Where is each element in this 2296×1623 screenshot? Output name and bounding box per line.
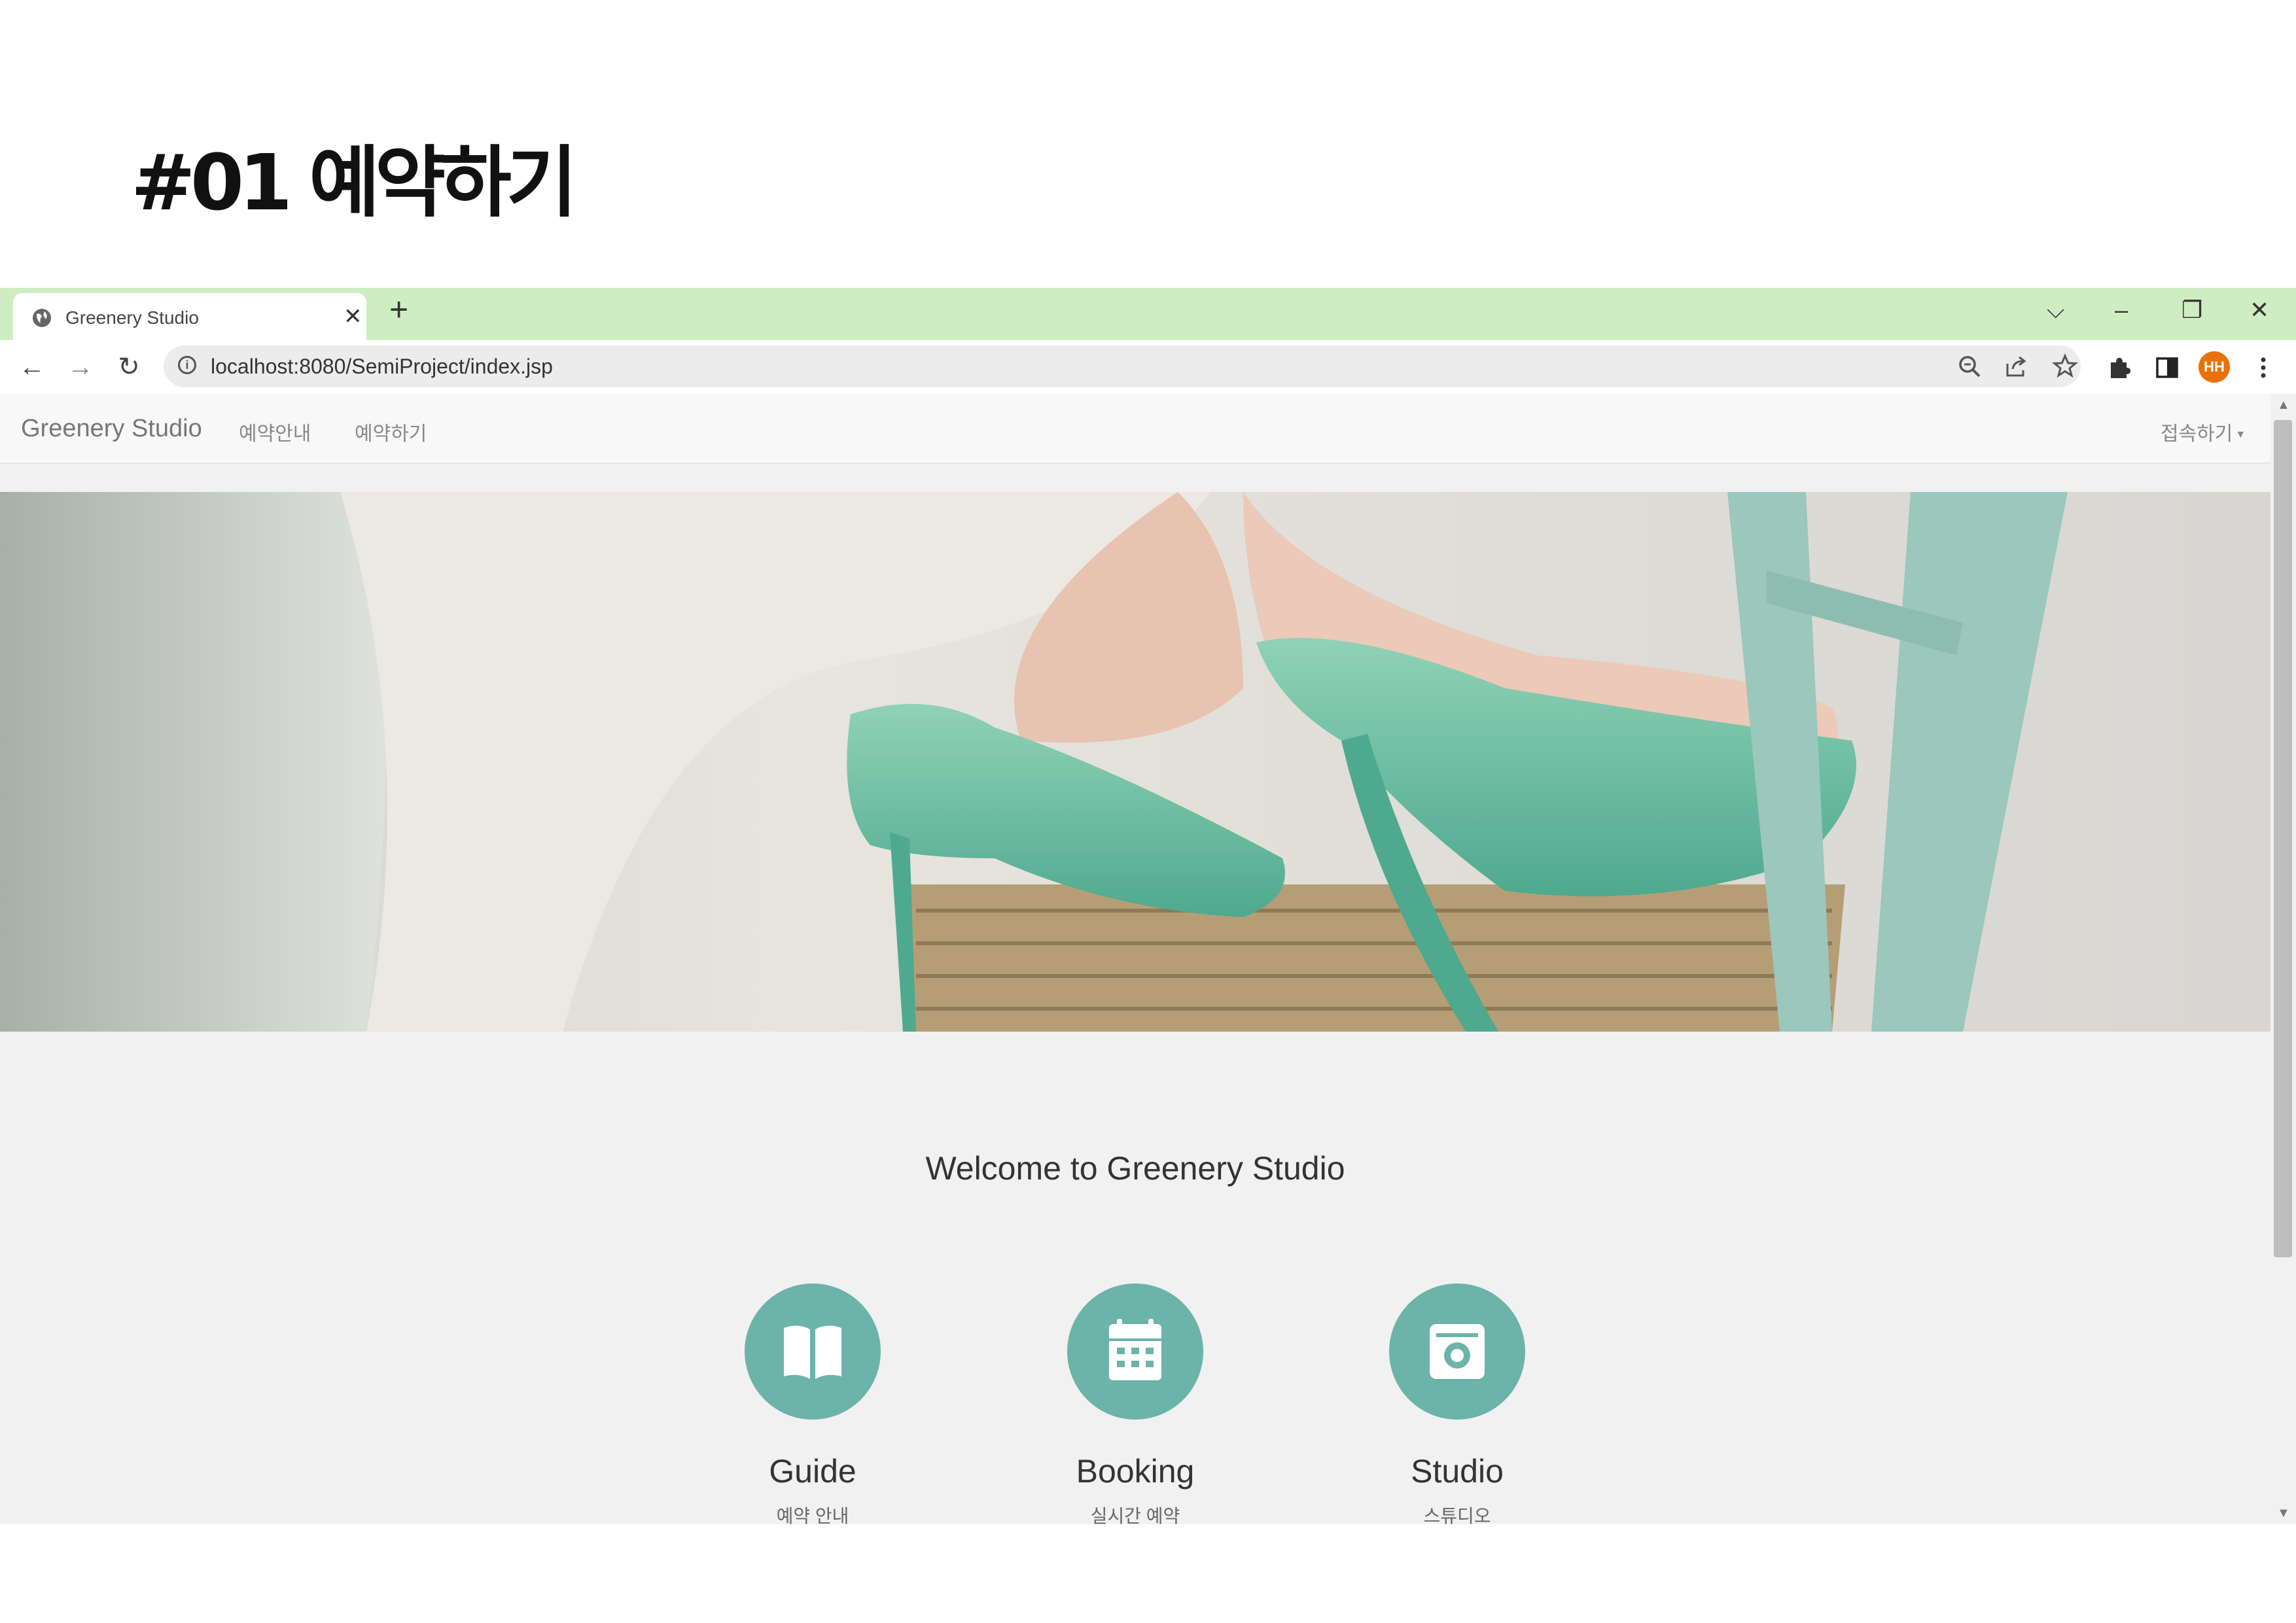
feature-booking-circle[interactable] [1067,1283,1203,1420]
connect-dropdown-label: 접속하기 [2161,423,2233,445]
new-tab-button[interactable]: + [389,293,408,326]
calendar-icon [1109,1319,1161,1380]
browser-toolbar: ← → ↻ i localhost:8080/SemiProject/index… [0,340,2296,395]
book-icon [784,1325,841,1379]
camera-icon [1430,1324,1485,1379]
tab-strip: Greenery Studio ✕ + ⌵ – ❐ ✕ [0,288,2296,340]
side-panel-icon[interactable] [2154,355,2180,381]
restore-button[interactable]: ❐ [2181,298,2202,322]
hero-shoes-photo [0,492,2270,1032]
feature-studio-circle[interactable] [1389,1283,1525,1420]
site-brand[interactable]: Greenery Studio [21,415,202,443]
tab-close-icon[interactable]: ✕ [344,304,362,330]
connect-dropdown[interactable]: 접속하기 ▼ [2161,417,2246,446]
feature-booking-subtitle: 실시간 예약 [1090,1506,1180,1524]
feature-booking-title: Booking [1076,1453,1195,1490]
feature-studio-subtitle: 스튜디오 [1423,1506,1491,1524]
star-icon[interactable] [2052,353,2078,379]
feature-guide-circle[interactable] [745,1283,881,1420]
feature-studio[interactable]: Studio 스튜디오 [1359,1283,1555,1524]
scroll-up-icon[interactable]: ▲ [2277,398,2290,413]
site-info-icon[interactable]: i [178,356,196,374]
zoom-icon[interactable] [1956,353,1983,379]
share-icon[interactable] [2004,353,2030,379]
hero-image [0,492,2270,1032]
forward-button[interactable]: → [64,351,97,383]
minimize-button[interactable]: – [2115,298,2128,322]
slide-title: #01 예약하기 [131,137,577,228]
globe-icon [33,309,51,327]
close-window-button[interactable]: ✕ [2250,298,2269,322]
tab-greenery-studio[interactable]: Greenery Studio ✕ [13,293,366,340]
reload-button[interactable]: ↻ [113,351,145,383]
tab-search-dropdown-icon[interactable]: ⌵ [2047,298,2064,322]
page-scrollbar[interactable]: ▲ ▼ [2270,394,2296,1524]
welcome-heading: Welcome to Greenery Studio [925,1150,1345,1187]
browser-window: Greenery Studio ✕ + ⌵ – ❐ ✕ ← → ↻ i loca… [0,288,2296,1524]
site-navbar: Greenery Studio 예약안내 예약하기 접속하기 ▼ [0,394,2270,464]
feature-guide[interactable]: Guide 예약 안내 [715,1283,911,1524]
feature-booking[interactable]: Booking 실시간 예약 [1037,1283,1233,1524]
scrollbar-thumb[interactable] [2274,420,2292,1257]
feature-guide-title: Guide [769,1453,857,1490]
caret-down-icon: ▼ [2235,429,2246,441]
page-viewport: Greenery Studio 예약안내 예약하기 접속하기 ▼ Welcome… [0,394,2296,1524]
feature-guide-subtitle: 예약 안내 [776,1506,849,1524]
profile-avatar[interactable]: HH [2199,351,2230,383]
feature-studio-title: Studio [1411,1453,1504,1490]
tab-title: Greenery Studio [65,307,199,328]
nav-link-booking[interactable]: 예약하기 [355,417,427,446]
address-bar[interactable]: i localhost:8080/SemiProject/index.jsp [164,345,2081,387]
extensions-icon[interactable] [2106,355,2132,381]
url-text[interactable]: localhost:8080/SemiProject/index.jsp [211,355,553,379]
nav-link-guide[interactable]: 예약안내 [239,417,311,446]
menu-icon[interactable] [2253,355,2273,381]
scroll-down-icon[interactable]: ▼ [2277,1506,2290,1521]
back-button[interactable]: ← [16,351,48,383]
